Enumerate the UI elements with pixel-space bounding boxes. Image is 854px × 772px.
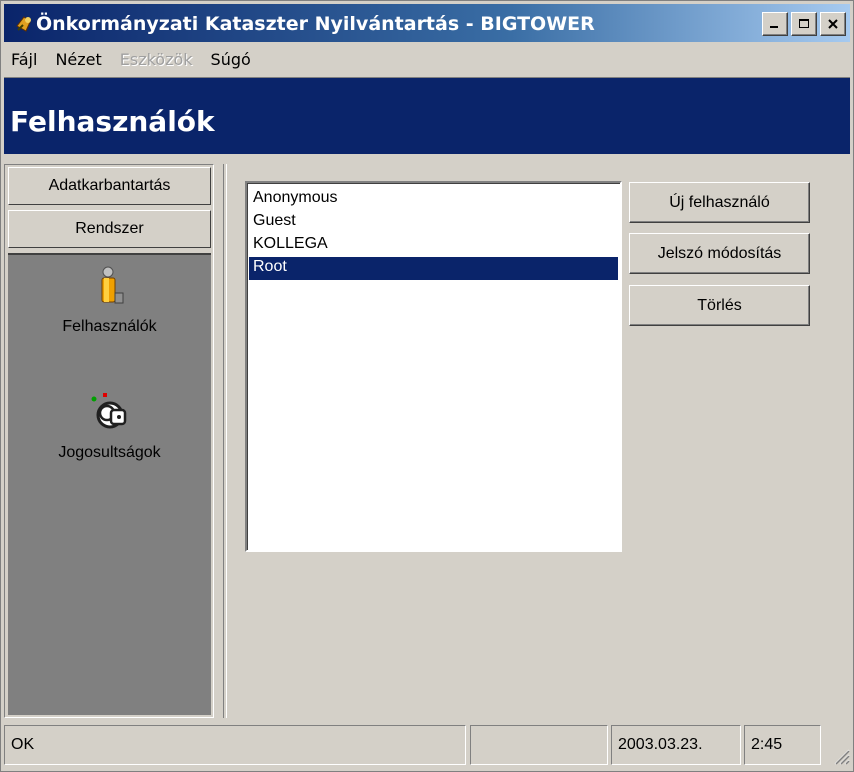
minimize-icon: [770, 26, 778, 28]
minimize-button[interactable]: [762, 12, 788, 36]
nav-permissions-label: Jogosultságok: [58, 444, 161, 461]
close-button[interactable]: [820, 12, 846, 36]
list-item[interactable]: Guest: [249, 211, 618, 234]
menu-help[interactable]: Súgó: [202, 50, 260, 69]
menu-tools: Eszközök: [119, 49, 193, 69]
page-title: Felhasználók: [10, 105, 215, 138]
maximize-icon: [799, 19, 809, 28]
menu-view[interactable]: Nézet: [46, 50, 110, 69]
page-header: Felhasználók: [4, 77, 850, 154]
pane-splitter[interactable]: [223, 164, 227, 718]
list-item[interactable]: KOLLEGA: [249, 234, 618, 257]
key-icon: [91, 393, 126, 429]
status-time: 2:45: [744, 725, 821, 765]
status-message: OK: [4, 725, 466, 765]
status-panel-2: [470, 725, 608, 765]
nav-data-maintenance-button[interactable]: Adatkarbantartás: [8, 167, 211, 205]
nav-system-panel: Felhasználók Jogosultságok: [8, 253, 211, 715]
nav-users-entry[interactable]: Felhasználók: [8, 265, 211, 336]
close-icon: [828, 19, 838, 29]
navigation-pane: Adatkarbantartás Rendszer Felhasználók J…: [4, 164, 214, 718]
user-icon: [101, 266, 123, 304]
list-item[interactable]: Anonymous: [249, 188, 618, 211]
list-item-selected[interactable]: Root: [249, 257, 618, 280]
status-bar: OK 2003.03.23. 2:45: [4, 725, 850, 765]
nav-users-label: Felhasználók: [62, 318, 157, 335]
maximize-button[interactable]: [791, 12, 817, 36]
nav-system-button[interactable]: Rendszer: [8, 210, 211, 248]
main-window: Önkormányzati Kataszter Nyilvántartás - …: [0, 0, 854, 772]
title-bar[interactable]: Önkormányzati Kataszter Nyilvántartás - …: [4, 4, 850, 42]
users-list[interactable]: Anonymous Guest KOLLEGA Root: [245, 181, 622, 552]
resize-grip-icon[interactable]: [830, 745, 850, 765]
delete-button[interactable]: Törlés: [629, 285, 810, 326]
new-user-button[interactable]: Új felhasználó: [629, 182, 810, 223]
window-title: Önkormányzati Kataszter Nyilvántartás - …: [36, 13, 595, 35]
app-icon[interactable]: [14, 14, 34, 34]
menu-bar: Fájl Nézet Eszközök Súgó: [4, 44, 850, 74]
nav-permissions-entry[interactable]: Jogosultságok: [8, 391, 211, 462]
menu-file[interactable]: Fájl: [4, 50, 46, 69]
change-password-button[interactable]: Jelszó módosítás: [629, 233, 810, 274]
status-date: 2003.03.23.: [611, 725, 741, 765]
